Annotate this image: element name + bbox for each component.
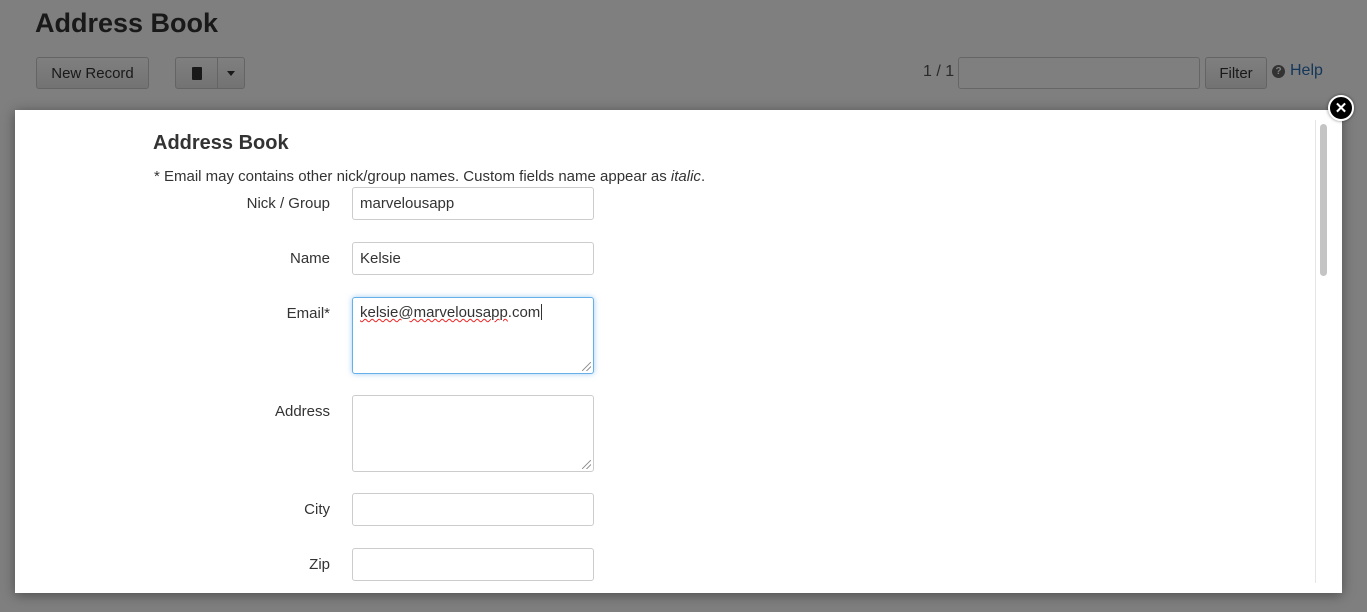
note-italic: italic [670,168,701,185]
email-field[interactable]: kelsie@marvelousapp.com [352,297,594,374]
city-label: City [304,501,330,518]
address-field[interactable] [352,395,594,472]
name-label: Name [289,250,330,267]
email-label: Email* [286,305,330,322]
resize-grip[interactable] [582,460,591,469]
modal-title: Address Book [153,132,289,154]
note-text: * Email may contains other nick/group na… [154,168,671,185]
address-label: Address [274,403,330,420]
scrollbar-thumb[interactable] [1320,124,1327,276]
email-value-rest: .com [507,304,541,321]
note-suffix: . [700,168,706,185]
modal-note: * Email may contains other nick/group na… [154,168,705,185]
email-value-misspelled: kelsie@marvelousapp [360,304,508,321]
nick-field[interactable] [352,187,594,220]
name-field[interactable] [352,242,594,275]
close-icon[interactable]: ✕ [1328,95,1354,121]
nick-label: Nick / Group [246,195,330,212]
resize-grip[interactable] [582,362,591,371]
address-book-modal: Address Book * Email may contains other … [15,110,1342,593]
zip-label: Zip [309,556,330,573]
text-cursor [541,304,543,320]
city-field[interactable] [352,493,594,526]
zip-field[interactable] [352,548,594,581]
